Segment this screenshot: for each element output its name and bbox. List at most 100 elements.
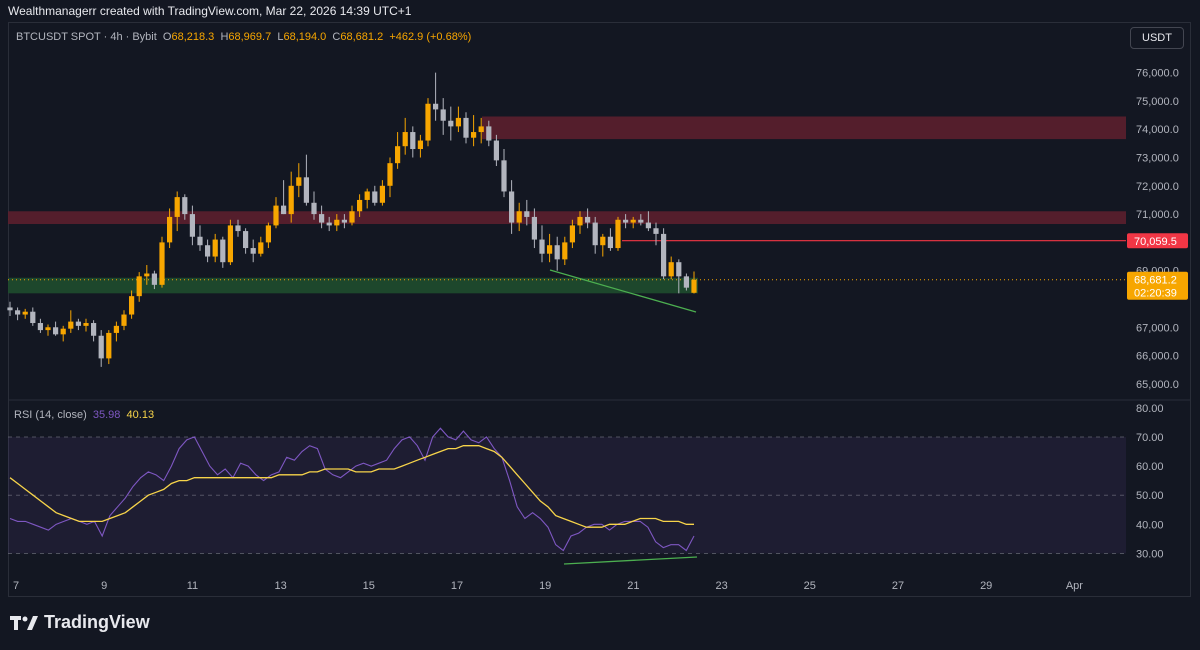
- candle-body: [448, 120, 454, 127]
- level-price-tag: 70,059.5: [1127, 233, 1188, 249]
- candle-body: [486, 126, 492, 141]
- price-pane: [7, 72, 1126, 367]
- candle-body: [250, 248, 256, 254]
- candle-body: [387, 163, 393, 186]
- time-tick-label: 25: [804, 580, 816, 592]
- candle-body: [205, 245, 211, 257]
- level-price-tag-text: 70,059.5: [1134, 236, 1177, 248]
- currency-button[interactable]: USDT: [1130, 27, 1184, 49]
- candle-body: [615, 219, 621, 249]
- candle: [227, 219, 233, 266]
- candle: [83, 318, 89, 332]
- price-tick-label: 65,000.0: [1136, 379, 1179, 391]
- candle-body: [668, 262, 674, 277]
- candle-body: [417, 140, 423, 150]
- candle: [106, 330, 112, 365]
- time-tick-label: 23: [715, 580, 727, 592]
- rsi-tick-label: 30.00: [1136, 548, 1164, 560]
- resistance-zone: [482, 116, 1126, 140]
- candle: [197, 225, 203, 251]
- candle: [600, 233, 606, 257]
- candle-body: [661, 233, 667, 277]
- candle-body: [273, 205, 279, 226]
- candle-body: [227, 225, 233, 263]
- candle-body: [129, 296, 135, 315]
- candle-body: [341, 219, 347, 223]
- candle-body: [136, 276, 142, 297]
- candle-body: [83, 323, 89, 326]
- candle-body: [691, 279, 697, 293]
- candle: [296, 163, 302, 198]
- price-tick-label: 71,000.0: [1136, 209, 1179, 221]
- candle-body: [524, 211, 530, 217]
- candle-body: [235, 225, 241, 232]
- candle: [539, 225, 545, 263]
- candle-body: [7, 307, 13, 311]
- change-value: +462.9 (+0.68%): [389, 31, 472, 43]
- candle-body: [585, 216, 591, 223]
- last-price-tag-text: 68,681.2: [1134, 275, 1177, 287]
- candle: [30, 307, 36, 326]
- candle: [121, 310, 127, 331]
- candle: [265, 222, 271, 249]
- high-value: 68,969.7: [228, 31, 272, 43]
- candle-body: [395, 146, 401, 164]
- candle: [243, 228, 249, 254]
- candle-body: [281, 205, 287, 215]
- candle: [653, 222, 659, 246]
- candle: [372, 185, 378, 206]
- candle: [691, 271, 697, 294]
- rsi-divergence-line: [563, 556, 698, 565]
- candle-body: [600, 236, 606, 246]
- price-tick-label: 74,000.0: [1136, 124, 1179, 136]
- candle: [303, 154, 309, 206]
- symbol-legend: BTCUSDT SPOT · 4h · Bybit O68,218.3 H68,…: [16, 31, 471, 43]
- candle: [661, 228, 667, 280]
- brand-logo[interactable]: TradingView: [10, 612, 150, 633]
- candle-body: [455, 117, 461, 127]
- candle-body: [326, 222, 332, 226]
- candle: [113, 321, 119, 342]
- chart-canvas[interactable]: 76,000.0 75,000.0 74,000.0 73,000.0 72,000.0…: [0, 0, 1200, 650]
- candle: [7, 301, 13, 316]
- candle-body: [311, 202, 317, 215]
- footer: [0, 597, 1200, 650]
- candle-body: [425, 103, 431, 141]
- time-tick-label: 11: [187, 580, 198, 592]
- candle: [615, 216, 621, 251]
- candle-body: [577, 216, 583, 226]
- candle: [417, 134, 423, 158]
- candle-body: [478, 126, 484, 133]
- candle: [129, 290, 135, 319]
- candle-body: [623, 219, 629, 223]
- candle: [174, 191, 180, 232]
- candle-body: [91, 323, 97, 336]
- rsi-tick-label: 60.00: [1136, 461, 1164, 473]
- candle: [387, 157, 393, 198]
- candle-body: [493, 140, 499, 161]
- candle-body: [630, 219, 636, 223]
- candle-body: [547, 245, 553, 254]
- candle: [410, 126, 416, 158]
- low-value: 68,194.0: [283, 31, 327, 43]
- candle: [258, 236, 264, 257]
- candle-body: [516, 211, 522, 223]
- candle-body: [159, 242, 165, 285]
- candle: [440, 98, 446, 135]
- candle-body: [106, 332, 112, 359]
- candle-body: [197, 236, 203, 246]
- candle: [60, 325, 66, 342]
- rsi-pane: [8, 427, 1126, 565]
- candle-body: [319, 214, 325, 223]
- candle-body: [607, 236, 613, 249]
- candle-body: [410, 132, 416, 150]
- candle-body: [98, 335, 104, 359]
- candle-body: [113, 325, 119, 333]
- candle: [250, 239, 256, 263]
- time-tick-label: 13: [274, 580, 286, 592]
- candle: [493, 134, 499, 166]
- rsi-label: RSI (14, close): [14, 409, 87, 421]
- candle: [53, 321, 59, 336]
- rsi-tick-label: 70.00: [1136, 432, 1164, 444]
- candle: [98, 330, 104, 367]
